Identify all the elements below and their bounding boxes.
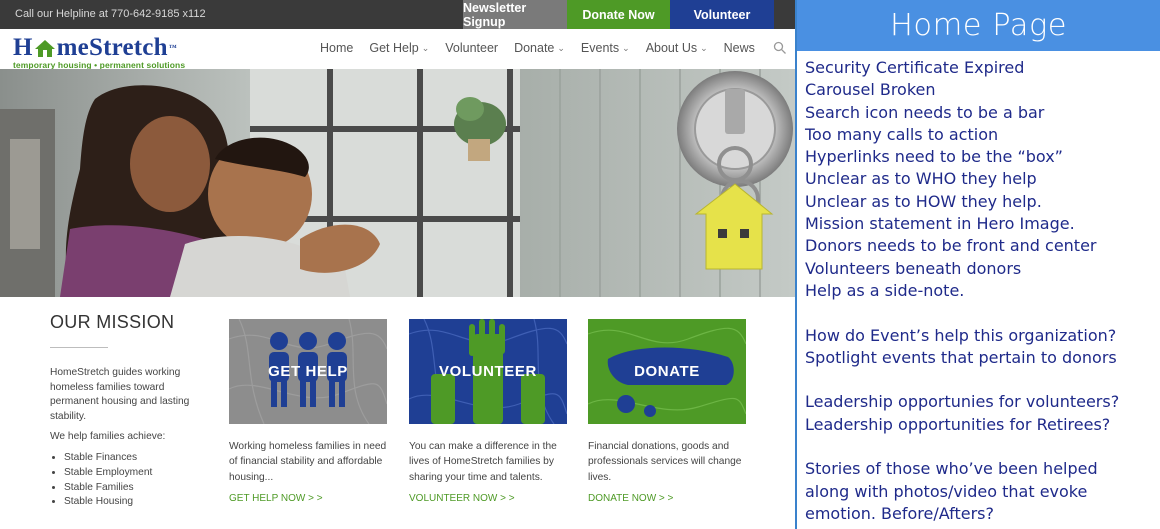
nav-about-us-label: About Us <box>645 41 698 55</box>
nav-home-label: Home <box>320 41 354 55</box>
mission-paragraph: HomeStretch guides working homeless fami… <box>50 367 190 422</box>
note-line: emotion. Before/Afters? <box>805 503 994 523</box>
chevron-down-icon: ⌄ <box>557 42 565 53</box>
note-line: Stories of those who’ve been helped <box>805 459 1098 479</box>
search-icon[interactable] <box>773 41 787 55</box>
notes-title: Home Page <box>797 0 1160 51</box>
note-line: Security Certificate Expired <box>805 58 1025 77</box>
volunteer-now-link[interactable]: VOLUNTEER NOW > > <box>409 493 567 504</box>
note-line: Mission statement in Hero Image. <box>805 214 1075 234</box>
primary-nav: Home Get Help ⌄ Volunteer Donate ⌄ Events ⌄… <box>320 41 771 55</box>
note-line: Unclear as to HOW they help. <box>805 191 1042 211</box>
list-item: Stable Housing <box>64 495 200 510</box>
main-navbar: H meStretch ™ temporary housing • perman… <box>0 29 795 70</box>
chevron-down-icon: ⌄ <box>700 42 708 53</box>
nav-home[interactable]: Home <box>320 41 353 55</box>
note-line: Carousel Broken <box>805 80 936 100</box>
mission-title: OUR MISSION <box>50 312 175 332</box>
mission-goals-list: Stable Finances Stable Employment Stable… <box>50 451 200 509</box>
note-line: Leadership opportunies for volunteers? <box>805 392 1120 412</box>
logo-trademark: ™ <box>168 43 177 52</box>
note-line: Leadership opportunities for Retirees? <box>805 414 1111 434</box>
nav-events-label: Events <box>580 41 620 55</box>
note-line: How do Event’s help this organization? <box>805 325 1117 345</box>
nav-get-help-label: Get Help <box>369 41 419 55</box>
donate-image-label: DONATE <box>634 363 700 380</box>
get-help-description: Working homeless families in need of fin… <box>229 441 387 483</box>
nav-news-label: News <box>723 41 755 55</box>
donate-description: Financial donations, goods and professio… <box>588 441 742 483</box>
volunteer-card: VOLUNTEER You can make a difference in t… <box>409 319 567 504</box>
logo-word-rest: meStretch <box>56 34 168 61</box>
nav-get-help[interactable]: Get Help ⌄ <box>369 41 429 55</box>
list-item: Stable Finances <box>64 451 200 466</box>
top-utility-bar: Call our Helpline at 770-642-9185 x112 N… <box>0 0 795 29</box>
volunteer-image[interactable]: VOLUNTEER <box>409 319 567 424</box>
note-line: Unclear as to WHO they help <box>805 169 1037 189</box>
donate-card: DONATE Financial donations, goods and pr… <box>588 319 746 504</box>
mission-divider <box>50 347 108 348</box>
list-item: Stable Families <box>64 481 200 496</box>
note-spacer <box>805 369 1160 391</box>
get-help-image-label: GET HELP <box>268 363 348 380</box>
donate-now-button[interactable]: Donate Now <box>567 0 670 29</box>
nav-news[interactable]: News <box>724 41 755 55</box>
note-line: Hyperlinks need to be the “box” <box>805 147 1063 167</box>
get-help-image[interactable]: GET HELP <box>229 319 387 424</box>
note-line: Too many calls to action <box>805 124 999 144</box>
get-help-card: GET HELP Working homeless families in ne… <box>229 319 387 504</box>
website-screenshot: Call our Helpline at 770-642-9185 x112 N… <box>0 0 795 529</box>
note-spacer <box>805 302 1160 324</box>
note-line: Search icon needs to be a bar <box>805 102 1045 122</box>
chevron-down-icon: ⌄ <box>421 42 430 53</box>
nav-about-us[interactable]: About Us ⌄ <box>646 41 708 55</box>
note-spacer <box>805 436 1160 458</box>
logo-wordmark: H meStretch ™ <box>13 32 185 60</box>
donate-image[interactable]: DONATE <box>588 319 746 424</box>
mission-achieve-intro: We help families achieve: <box>50 431 166 443</box>
chevron-down-icon: ⌄ <box>622 42 630 53</box>
note-line: Help as a side-note. <box>805 280 965 300</box>
nav-volunteer-label: Volunteer <box>445 41 499 55</box>
list-item: Stable Employment <box>64 466 200 481</box>
house-icon <box>34 38 56 57</box>
newsletter-signup-button[interactable]: Newsletter Signup <box>463 0 567 29</box>
nav-events[interactable]: Events ⌄ <box>581 41 630 55</box>
logo-letter-h: H <box>13 34 33 61</box>
nav-volunteer[interactable]: Volunteer <box>445 41 498 55</box>
nav-donate-label: Donate <box>514 41 555 55</box>
notes-list: Security Certificate Expired Carousel Br… <box>797 51 1160 525</box>
mission-section: OUR MISSION HomeStretch guides working h… <box>50 312 200 510</box>
note-line: Spotlight events that pertain to donors <box>805 347 1117 367</box>
review-notes-panel: Home Page Security Certificate Expired C… <box>795 0 1160 529</box>
volunteer-description: You can make a difference in the lives o… <box>409 441 557 483</box>
volunteer-button[interactable]: Volunteer <box>670 0 774 29</box>
get-help-now-link[interactable]: GET HELP NOW > > <box>229 493 387 504</box>
homestretch-logo[interactable]: H meStretch ™ temporary housing • perman… <box>13 32 185 70</box>
note-line: Volunteers beneath donors <box>805 258 1022 278</box>
nav-donate[interactable]: Donate ⌄ <box>514 41 565 55</box>
note-line: along with photos/video that evoke <box>805 481 1088 501</box>
volunteer-image-label: VOLUNTEER <box>439 363 537 380</box>
donate-now-link[interactable]: DONATE NOW > > <box>588 493 746 504</box>
hero-image <box>0 69 795 297</box>
helpline-text: Call our Helpline at 770-642-9185 x112 <box>15 8 206 20</box>
note-line: Donors needs to be front and center <box>805 236 1097 256</box>
